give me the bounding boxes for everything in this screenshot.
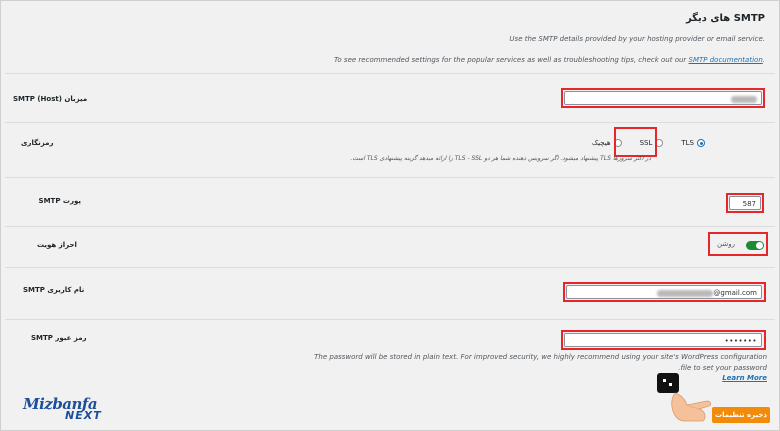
docs-note-prefix: To see recommended settings for the popu… [334, 56, 687, 64]
divider [5, 226, 775, 227]
smtp-documentation-link[interactable]: SMTP documentation [689, 56, 763, 64]
auth-highlight [708, 232, 768, 256]
divider [5, 319, 775, 320]
port-highlight [726, 193, 764, 213]
host-label: میزبان SMTP (Host) [13, 95, 88, 103]
password-highlight [561, 330, 766, 350]
divider [5, 267, 775, 268]
password-label: رمز عبور SMTP [31, 334, 87, 342]
settings-panel: SMTP های دیگر Use the SMTP details provi… [0, 0, 780, 431]
divider [5, 122, 775, 123]
encryption-none-label: هیچیک [591, 139, 611, 147]
tls-highlight [614, 127, 657, 157]
radio-tls[interactable] [697, 139, 705, 147]
divider [5, 73, 775, 74]
divider [5, 177, 775, 178]
mizbanfa-logo: Mizbanfa NEXT [23, 395, 102, 422]
learn-more-link[interactable]: Learn More [722, 374, 767, 382]
encryption-tls-label: TLS [681, 139, 694, 147]
section-description: Use the SMTP details provided by your ho… [509, 35, 765, 43]
logo-text-bottom: NEXT [65, 409, 102, 422]
section-title: SMTP های دیگر [685, 13, 765, 24]
port-label: پورت SMTP [38, 197, 81, 205]
host-highlight [561, 88, 765, 108]
section-docs-note: To see recommended settings for the popu… [334, 56, 765, 64]
auth-label: احراز هویت [37, 241, 77, 249]
encryption-help: در اکثر سرورها TLS پیشنهاد میشود. اگر سر… [350, 155, 651, 162]
encryption-label: رمزنگاری [21, 139, 54, 147]
encryption-tls[interactable]: TLS [681, 139, 705, 147]
save-settings-button[interactable]: ذخیره تنظیمات [712, 407, 770, 423]
pointing-hand-icon [657, 373, 712, 422]
username-highlight [563, 282, 766, 302]
password-note: The password will be stored in plain tex… [314, 353, 767, 361]
username-label: نام کاربری SMTP [23, 286, 85, 294]
docs-note-suffix: . [762, 56, 765, 64]
